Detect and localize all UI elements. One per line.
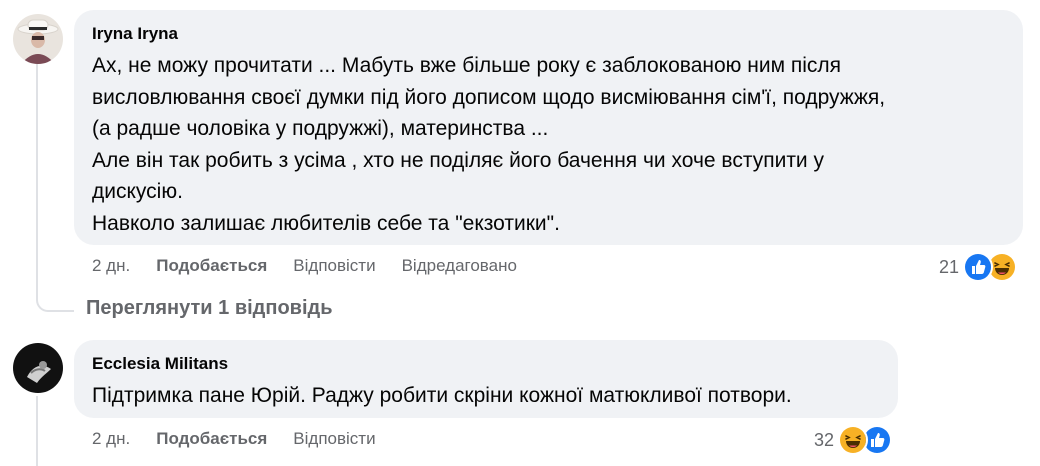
comment-text: Навколо залишає любителів себе та "екзот… [92, 211, 560, 235]
comment-bubble: Iryna Iryna Ах, не можу прочитати ... Ма… [74, 10, 1023, 245]
thread-line [36, 396, 38, 466]
reply-button[interactable]: Відповісти [293, 429, 375, 449]
avatar[interactable] [13, 343, 63, 393]
avatar[interactable] [13, 14, 63, 64]
view-replies-link[interactable]: Переглянути 1 відповідь [86, 297, 333, 320]
comment-bubble: Ecclesia Militans Підтримка пане Юрій. Р… [74, 340, 898, 418]
comment-author[interactable]: Iryna Iryna [92, 24, 1005, 44]
like-button[interactable]: Подобається [156, 256, 267, 276]
comment-text: Ах, не можу прочитати ... Мабуть вже біл… [92, 54, 841, 77]
comment-text: дискусію. [92, 180, 183, 203]
reaction-count: 21 [939, 256, 960, 277]
comment-text: (а радше чоловіка у подружжі), материнст… [92, 117, 549, 140]
reaction-summary[interactable]: 21 [939, 252, 1018, 282]
edited-label[interactable]: Відредаговано [402, 256, 517, 276]
comment-actions: 2 дн. Подобається Відповісти [92, 429, 402, 449]
comment-author[interactable]: Ecclesia Militans [92, 354, 880, 374]
like-icon [963, 252, 994, 282]
comment-timestamp[interactable]: 2 дн. [92, 429, 130, 449]
comment-text: висловлювання своєї думки під його допис… [92, 85, 886, 109]
reaction-count: 32 [814, 429, 835, 450]
thread-line [36, 64, 38, 282]
comment-text: Але він так робить з усіма , хто не поді… [92, 148, 824, 172]
comment-text: Підтримка пане Юрій. Раджу робити скріни… [92, 384, 792, 407]
comment-actions: 2 дн. Подобається Відповісти Відредагова… [92, 256, 543, 276]
replies-connector [36, 280, 74, 312]
haha-icon [838, 425, 869, 455]
reply-button[interactable]: Відповісти [293, 256, 375, 276]
reaction-summary[interactable]: 32 [814, 425, 893, 455]
like-button[interactable]: Подобається [156, 429, 267, 449]
comment-timestamp[interactable]: 2 дн. [92, 256, 130, 276]
